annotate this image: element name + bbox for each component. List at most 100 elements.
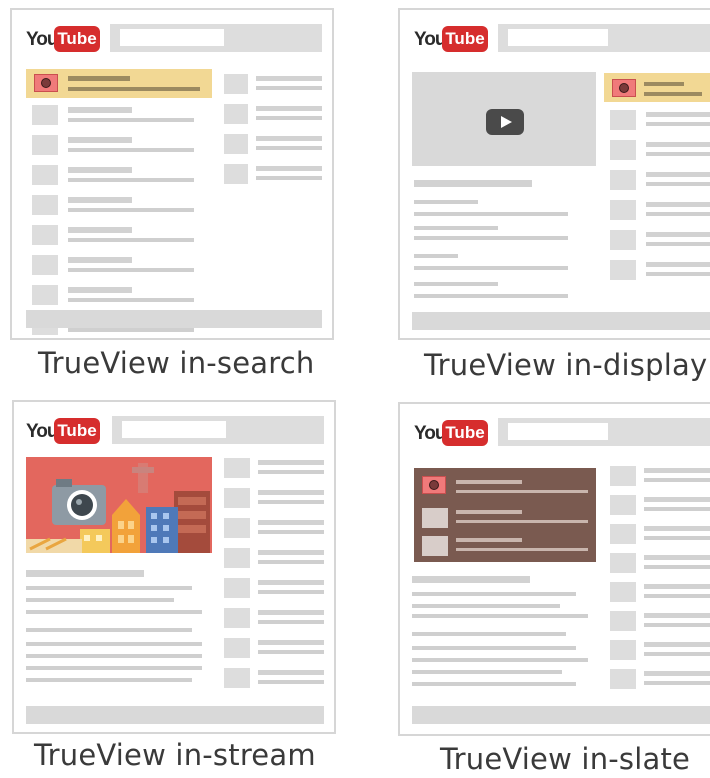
slate-line <box>456 538 522 542</box>
related-line <box>258 650 324 654</box>
result-desc-line <box>68 208 194 212</box>
sidebar-line <box>256 176 322 180</box>
related-thumb <box>610 170 636 190</box>
related-line <box>646 242 710 246</box>
related-thumb <box>610 669 636 689</box>
related-line <box>258 680 324 684</box>
related-thumb <box>224 548 250 568</box>
result-desc-line <box>68 328 194 332</box>
result-thumb <box>32 285 58 305</box>
slate-line <box>456 490 588 493</box>
related-line <box>644 555 710 560</box>
related-line <box>258 470 324 474</box>
description-line <box>412 614 588 618</box>
related-line <box>646 262 710 267</box>
description-line <box>412 670 562 674</box>
result-title-line <box>68 287 132 293</box>
logo-you: You <box>414 423 447 444</box>
sidebar-line <box>256 86 322 90</box>
related-thumb <box>610 582 636 602</box>
video-title-line <box>26 570 144 577</box>
sidebar-thumb <box>224 164 248 184</box>
mockup-frame: You Tube <box>10 8 334 340</box>
sidebar-thumb <box>224 134 248 154</box>
sidebar-line <box>256 76 322 81</box>
result-title-line <box>68 107 132 113</box>
slate-line <box>456 520 588 523</box>
sidebar-line <box>256 166 322 171</box>
related-line <box>644 594 710 598</box>
video-title-line <box>414 180 532 187</box>
logo-tube: Tube <box>54 418 100 444</box>
camera-icon <box>422 476 446 494</box>
description-line <box>414 236 568 240</box>
sidebar-line <box>256 116 322 120</box>
related-line <box>646 122 710 126</box>
related-line <box>644 536 710 540</box>
related-line <box>646 142 710 147</box>
slate-line <box>456 480 522 484</box>
related-line <box>644 671 710 676</box>
ad-desc-line <box>644 92 702 96</box>
related-line <box>644 507 710 511</box>
video-title-line <box>412 576 530 583</box>
related-line <box>258 560 324 564</box>
camera-icon <box>612 79 636 97</box>
logo-tube: Tube <box>54 26 100 52</box>
related-line <box>258 530 324 534</box>
sidebar-line <box>256 136 322 141</box>
related-line <box>646 112 710 117</box>
result-desc-line <box>68 148 194 152</box>
result-thumb <box>32 225 58 245</box>
related-thumb <box>610 230 636 250</box>
description-line <box>414 266 568 270</box>
result-thumb <box>32 135 58 155</box>
sidebar-line <box>256 146 322 150</box>
related-thumb <box>610 260 636 280</box>
description-line <box>26 628 192 632</box>
related-line <box>644 565 710 569</box>
related-line <box>258 520 324 525</box>
related-line <box>258 490 324 495</box>
related-line <box>646 232 710 237</box>
related-line <box>258 610 324 615</box>
logo-tube: Tube <box>442 26 488 52</box>
caption: TrueView in-stream <box>34 738 316 772</box>
related-line <box>644 681 710 685</box>
description-line <box>26 642 202 646</box>
description-line <box>26 654 202 658</box>
related-thumb <box>224 488 250 508</box>
related-line <box>646 212 710 216</box>
description-line <box>414 294 568 298</box>
video-ad-illustration <box>26 457 212 553</box>
sidebar-thumb <box>224 104 248 124</box>
result-title-line <box>68 257 132 263</box>
result-desc-line <box>68 238 194 242</box>
related-line <box>644 468 710 473</box>
caption: TrueView in-display <box>424 348 708 382</box>
related-line <box>646 152 710 156</box>
related-thumb <box>610 611 636 631</box>
result-thumb <box>32 165 58 185</box>
related-line <box>644 526 710 531</box>
logo-you: You <box>26 421 59 442</box>
related-thumb <box>610 640 636 660</box>
description-line <box>26 666 202 670</box>
result-desc-line <box>68 178 194 182</box>
related-thumb <box>224 638 250 658</box>
related-line <box>258 550 324 555</box>
ad-title-line <box>644 82 684 86</box>
description-line <box>412 604 560 608</box>
description-line <box>414 254 458 258</box>
related-line <box>646 182 710 186</box>
description-line <box>412 632 566 636</box>
mockup-frame: You Tube <box>12 400 336 734</box>
related-thumb <box>610 140 636 160</box>
result-thumb <box>32 195 58 215</box>
slate-thumb <box>422 536 448 556</box>
related-line <box>644 497 710 502</box>
result-desc-line <box>68 118 194 122</box>
related-line <box>258 670 324 675</box>
logo-you: You <box>414 29 447 50</box>
description-line <box>414 200 478 204</box>
